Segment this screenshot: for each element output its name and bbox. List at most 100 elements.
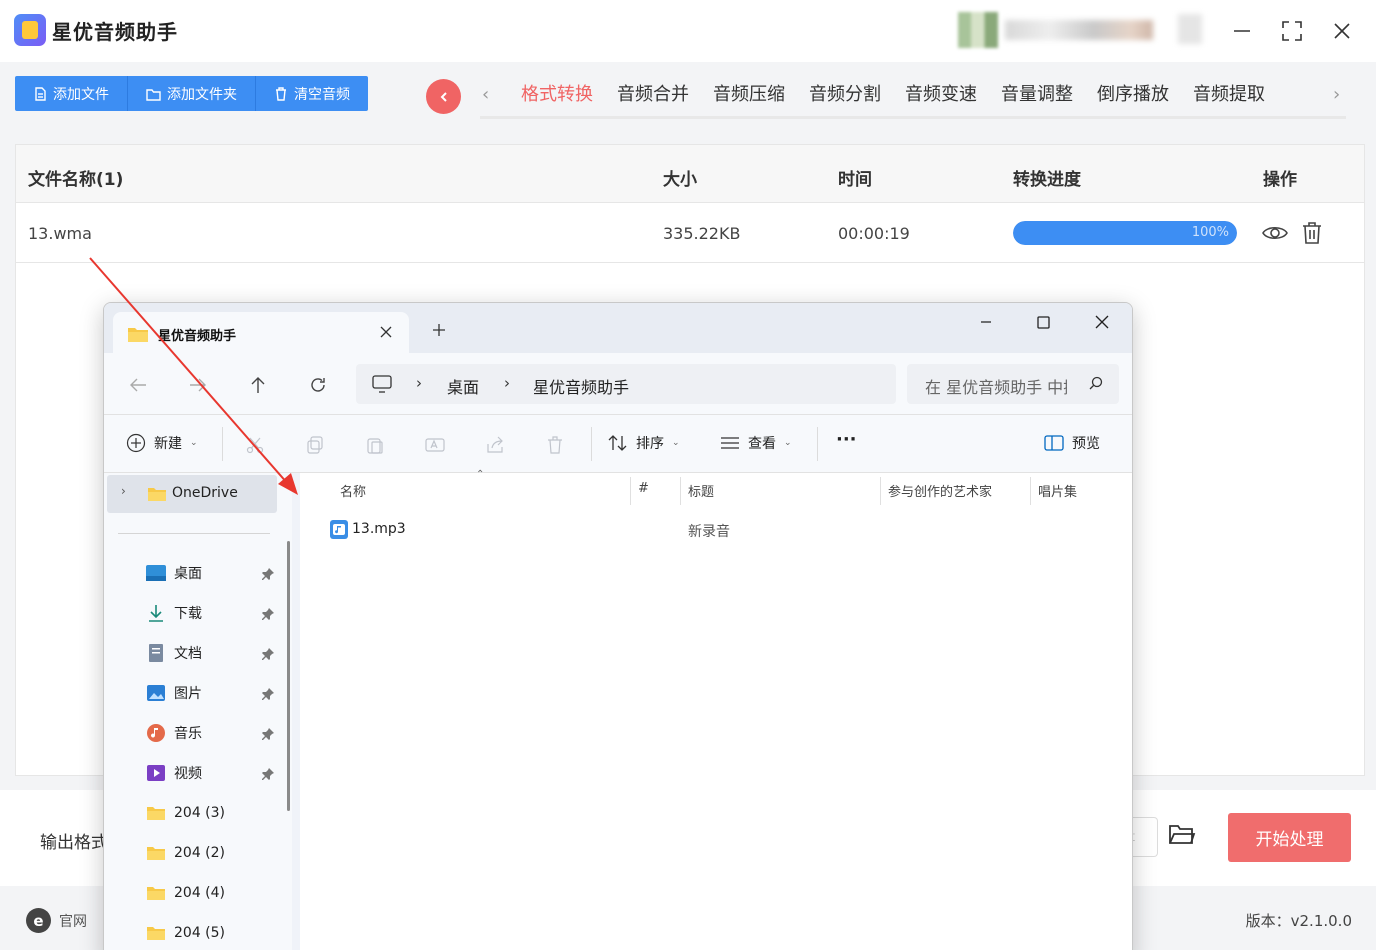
nav-item-folder[interactable]: 204 (3): [146, 800, 225, 826]
tab-volume-adjust[interactable]: 音量调整: [991, 82, 1087, 118]
explorer-tab[interactable]: 星优音频助手: [113, 312, 409, 353]
file-row[interactable]: 13.mp3 新录音: [324, 517, 1124, 543]
more-options-button[interactable]: ···: [836, 429, 857, 450]
refresh-icon[interactable]: [304, 371, 332, 399]
paste-icon[interactable]: [363, 433, 387, 457]
clear-audio-label: 清空音频: [294, 86, 350, 103]
view-button[interactable]: 查看 ⌄: [720, 433, 792, 453]
pin-icon[interactable]: [261, 607, 275, 621]
official-site-link[interactable]: e 官网: [26, 908, 87, 933]
tabs-next-arrow[interactable]: ›: [1333, 84, 1340, 105]
tabs-prev-arrow[interactable]: ‹: [482, 84, 489, 105]
minimize-button[interactable]: [1225, 14, 1259, 48]
explorer-maximize-button[interactable]: [1023, 309, 1063, 335]
column-divider[interactable]: [680, 477, 681, 505]
tabs-underline: [480, 116, 1346, 119]
breadcrumb-current-folder[interactable]: 星优音频助手: [533, 374, 629, 398]
search-box[interactable]: 在 星优音频助手 中搜索: [907, 364, 1119, 404]
progress-text: 100%: [1191, 225, 1229, 240]
nav-label-folder: 204 (2): [174, 845, 226, 861]
pin-icon[interactable]: [261, 687, 275, 701]
start-processing-button[interactable]: 开始处理: [1228, 813, 1351, 862]
file-icon: [35, 86, 46, 101]
tab-audio-speed[interactable]: 音频变速: [895, 82, 991, 118]
header-progress: 转换进度: [1013, 170, 1081, 190]
tab-reverse-play[interactable]: 倒序播放: [1087, 82, 1183, 118]
cut-icon[interactable]: [243, 433, 267, 457]
nav-item-folder[interactable]: 204 (2): [146, 840, 225, 866]
explorer-close-button[interactable]: [1082, 309, 1122, 335]
add-file-button[interactable]: 添加文件: [15, 76, 128, 111]
nav-scrollbar[interactable]: [287, 541, 290, 811]
tab-audio-merge[interactable]: 音频合并: [607, 82, 703, 118]
output-format-label: 输出格式: [40, 833, 108, 853]
nav-item-downloads[interactable]: 下载: [146, 600, 202, 626]
preview-pane-button[interactable]: 预览: [1044, 433, 1100, 453]
nav-item-pictures[interactable]: 图片: [146, 680, 202, 706]
sort-button[interactable]: 排序 ⌄: [608, 433, 680, 453]
up-arrow-icon[interactable]: [244, 371, 272, 399]
nav-item-documents[interactable]: 文档: [146, 640, 202, 666]
breadcrumb-desktop[interactable]: 桌面: [447, 374, 479, 398]
tab-audio-compress[interactable]: 音频压缩: [703, 82, 799, 118]
onedrive-label: OneDrive: [172, 485, 238, 501]
nav-item-folder[interactable]: 204 (4): [146, 880, 225, 906]
nav-item-onedrive[interactable]: › OneDrive: [107, 475, 277, 513]
open-folder-icon[interactable]: [1168, 822, 1200, 852]
new-item-button[interactable]: 新建 ⌄: [126, 433, 198, 453]
preview-eye-icon[interactable]: [1261, 219, 1289, 247]
close-tab-icon[interactable]: [375, 321, 397, 343]
back-arrow-icon[interactable]: [124, 371, 152, 399]
column-artist[interactable]: 参与创作的艺术家: [888, 481, 992, 500]
nav-item-folder[interactable]: 204 (5): [146, 920, 225, 946]
delete-icon[interactable]: [543, 433, 567, 457]
column-album[interactable]: 唱片集: [1038, 481, 1077, 500]
column-title[interactable]: 标题: [688, 481, 714, 500]
pin-icon[interactable]: [261, 767, 275, 781]
column-name[interactable]: 名称: [340, 481, 366, 500]
file-name: 13.mp3: [352, 521, 406, 537]
plus-circle-icon: [126, 433, 146, 453]
download-icon: [146, 603, 166, 623]
explorer-minimize-button[interactable]: [966, 309, 1006, 335]
app-titlebar: 星优音频助手: [0, 0, 1376, 62]
official-site-label: 官网: [59, 913, 87, 930]
nav-label-downloads: 下载: [174, 606, 202, 622]
nav-item-desktop[interactable]: 桌面: [146, 560, 202, 586]
tab-audio-extract[interactable]: 音频提取: [1183, 82, 1279, 118]
close-button[interactable]: [1325, 14, 1359, 48]
row-size: 335.22KB: [663, 224, 741, 243]
collapse-tabs-button[interactable]: [426, 79, 461, 114]
pin-icon[interactable]: [261, 567, 275, 581]
new-tab-icon[interactable]: [432, 323, 446, 341]
nav-item-videos[interactable]: 视频: [146, 760, 202, 786]
column-divider[interactable]: [880, 477, 881, 505]
copy-icon[interactable]: [303, 433, 327, 457]
tab-format-convert[interactable]: 格式转换: [511, 82, 607, 118]
share-icon[interactable]: [483, 433, 507, 457]
conversion-progress-bar: 100%: [1013, 221, 1237, 245]
column-divider[interactable]: [1030, 477, 1031, 505]
address-bar[interactable]: › 桌面 › 星优音频助手: [356, 364, 896, 404]
username-blurred[interactable]: [1005, 20, 1153, 40]
forward-arrow-icon[interactable]: [184, 371, 212, 399]
user-avatar[interactable]: [958, 12, 998, 48]
pin-icon[interactable]: [261, 647, 275, 661]
add-folder-button[interactable]: 添加文件夹: [128, 76, 256, 111]
chevron-down-icon: ⌄: [784, 438, 792, 448]
nav-item-music[interactable]: 音乐: [146, 720, 202, 746]
table-row[interactable]: 13.wma 335.22KB 00:00:19 100%: [16, 203, 1364, 263]
delete-trash-icon[interactable]: [1298, 219, 1326, 247]
tab-audio-split[interactable]: 音频分割: [799, 82, 895, 118]
rename-icon[interactable]: [423, 433, 447, 457]
search-input[interactable]: 在 星优音频助手 中搜索: [925, 374, 1067, 398]
chevron-down-icon: ⌄: [672, 438, 680, 448]
pin-icon[interactable]: [261, 727, 275, 741]
file-explorer-window: 星优音频助手 › 桌面 › 星优音频助手 在 星优音频助手 中 新建 ⌄ 排序 …: [103, 302, 1133, 950]
column-divider[interactable]: [630, 477, 631, 505]
nav-label-folder: 204 (3): [174, 805, 226, 821]
clear-audio-button[interactable]: 清空音频: [256, 76, 368, 111]
fullscreen-button[interactable]: [1275, 14, 1309, 48]
nav-label-documents: 文档: [174, 646, 202, 662]
column-number[interactable]: #: [638, 481, 649, 496]
